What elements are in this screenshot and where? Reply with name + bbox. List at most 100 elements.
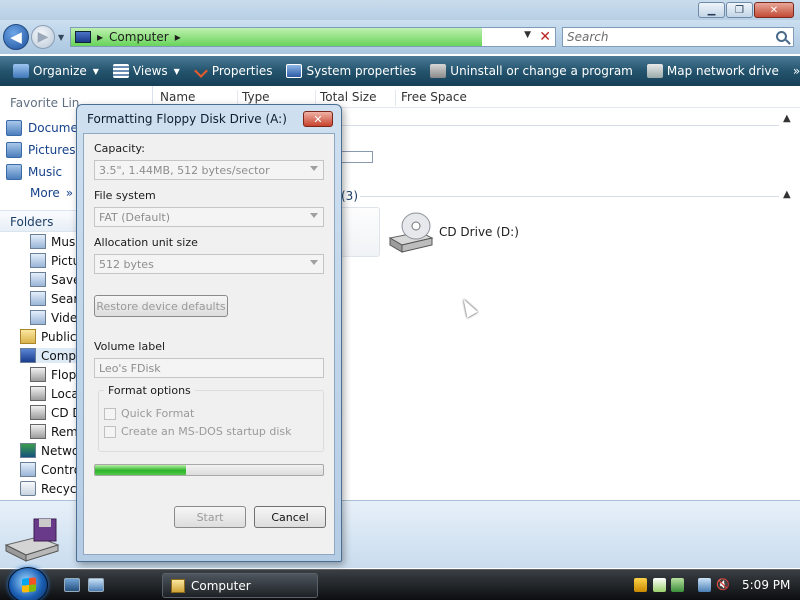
dropdown-arrow-icon bbox=[310, 213, 318, 218]
views-button[interactable]: Views ▼ bbox=[106, 58, 187, 84]
search-icon[interactable] bbox=[776, 31, 787, 42]
recycle-bin-icon bbox=[20, 481, 36, 496]
update-icon[interactable] bbox=[653, 578, 666, 592]
tree-item-music[interactable]: Mus bbox=[30, 234, 75, 249]
command-toolbar: Organize ▼ Views ▼ Properties System pro… bbox=[0, 56, 800, 86]
tree-item-control-panel[interactable]: Contro bbox=[20, 462, 81, 477]
tree-label: Flop bbox=[51, 367, 77, 382]
chevron-down-icon: ▼ bbox=[173, 66, 180, 76]
tree-item-saved-games[interactable]: Save bbox=[30, 272, 80, 287]
filesystem-select[interactable]: FAT (Default) bbox=[94, 207, 324, 227]
favorite-label: Docume bbox=[28, 121, 78, 135]
recent-pages-dropdown[interactable]: ▼ bbox=[58, 33, 64, 42]
start-button[interactable] bbox=[8, 567, 48, 600]
tree-item-pictures[interactable]: Pictu bbox=[30, 253, 80, 268]
dropdown-arrow-icon bbox=[310, 166, 318, 171]
windows-logo-icon bbox=[22, 577, 36, 593]
tree-label: Mus bbox=[51, 234, 76, 249]
system-properties-label: System properties bbox=[306, 64, 417, 78]
properties-button[interactable]: Properties bbox=[187, 58, 280, 84]
security-shield-icon[interactable] bbox=[634, 578, 647, 592]
hard-drive-icon bbox=[30, 386, 46, 401]
capacity-select[interactable]: 3.5", 1.44MB, 512 bytes/sector bbox=[94, 160, 324, 180]
views-label: Views bbox=[132, 64, 168, 78]
column-free-space[interactable]: Free Space bbox=[401, 90, 479, 106]
volume-label-label: Volume label bbox=[94, 340, 166, 353]
organize-button[interactable]: Organize ▼ bbox=[6, 58, 106, 84]
close-window-button[interactable]: ✕ bbox=[754, 2, 794, 18]
group-divider bbox=[342, 125, 779, 126]
programs-icon bbox=[430, 64, 447, 78]
taskbar-button-computer[interactable]: Computer bbox=[162, 573, 318, 598]
tree-label: Public bbox=[41, 329, 77, 344]
tree-item-recycle-bin[interactable]: Recycl bbox=[20, 481, 80, 496]
tree-item-cd-drive[interactable]: CD D bbox=[30, 405, 82, 420]
allocation-select[interactable]: 512 bytes bbox=[94, 254, 324, 274]
chevron-down-icon: ▼ bbox=[92, 66, 99, 76]
tree-item-public[interactable]: Public bbox=[20, 329, 77, 344]
collapse-group-icon[interactable]: ▲ bbox=[783, 113, 791, 124]
breadcrumb-computer[interactable]: Computer bbox=[109, 30, 169, 44]
tree-item-network[interactable]: Netwo bbox=[20, 443, 79, 458]
search-input[interactable]: Search bbox=[562, 27, 794, 47]
properties-label: Properties bbox=[211, 64, 273, 78]
address-bar[interactable]: ▸ Computer ▸ ▼ ✕ bbox=[70, 27, 556, 47]
map-network-drive-button[interactable]: Map network drive bbox=[640, 58, 786, 84]
tree-item-searches[interactable]: Sear bbox=[30, 291, 78, 306]
dialog-close-button[interactable]: ✕ bbox=[303, 111, 333, 127]
favorite-more[interactable]: More » bbox=[30, 186, 73, 200]
saved-games-icon bbox=[30, 272, 46, 287]
breadcrumb-arrow-icon[interactable]: ▸ bbox=[175, 30, 181, 44]
favorite-documents[interactable]: Docume bbox=[6, 120, 78, 136]
navigation-bar: ◀ ▶ ▼ ▸ Computer ▸ ▼ ✕ Search bbox=[0, 20, 800, 54]
allocation-value: 512 bytes bbox=[99, 258, 154, 271]
collapse-group-icon[interactable]: ▲ bbox=[783, 189, 791, 200]
minimize-button[interactable]: ▁ bbox=[698, 2, 725, 18]
drive-tile[interactable] bbox=[340, 207, 380, 257]
tree-item-local-disk[interactable]: Loca bbox=[30, 386, 79, 401]
start-button[interactable]: Start bbox=[174, 506, 246, 528]
favorite-label: Music bbox=[28, 165, 63, 179]
volume-muted-icon[interactable]: 🔇 bbox=[716, 578, 730, 592]
show-desktop-icon[interactable] bbox=[64, 578, 80, 592]
filesystem-value: FAT (Default) bbox=[99, 211, 170, 224]
cd-drive-label[interactable]: CD Drive (D:) bbox=[439, 225, 519, 239]
clock[interactable]: 5:09 PM bbox=[742, 578, 790, 592]
drive-capacity-bar bbox=[342, 151, 373, 163]
back-button[interactable]: ◀ bbox=[3, 24, 29, 50]
window-titlebar: ▁ ❐ ✕ bbox=[0, 0, 800, 22]
sidebar-icon[interactable] bbox=[671, 578, 684, 592]
music-folder-icon bbox=[30, 234, 46, 249]
format-options-label: Format options bbox=[104, 384, 195, 397]
stop-icon[interactable]: ✕ bbox=[539, 29, 551, 45]
tree-item-floppy[interactable]: Flop bbox=[30, 367, 76, 382]
uninstall-program-button[interactable]: Uninstall or change a program bbox=[423, 58, 640, 84]
forward-button[interactable]: ▶ bbox=[31, 25, 55, 49]
switch-windows-icon[interactable] bbox=[88, 578, 104, 592]
maximize-button[interactable]: ❐ bbox=[726, 2, 753, 18]
tree-item-videos[interactable]: Vide bbox=[30, 310, 77, 325]
volume-label-input[interactable]: Leo's FDisk bbox=[94, 358, 324, 378]
favorite-pictures[interactable]: Pictures bbox=[6, 142, 76, 158]
tree-item-computer[interactable]: Comp bbox=[20, 348, 77, 363]
cd-drive-icon[interactable] bbox=[386, 212, 434, 254]
capacity-label: Capacity: bbox=[94, 142, 145, 155]
checkbox-icon bbox=[104, 407, 116, 420]
address-dropdown-icon[interactable]: ▼ bbox=[524, 30, 531, 40]
cancel-button[interactable]: Cancel bbox=[254, 506, 326, 528]
quick-format-checkbox[interactable]: Quick Format bbox=[104, 407, 194, 420]
toolbar-overflow-button[interactable]: » bbox=[786, 58, 800, 84]
dialog-title: Formatting Floppy Disk Drive (A:) bbox=[87, 112, 287, 126]
restore-defaults-button[interactable]: Restore device defaults bbox=[94, 295, 228, 317]
system-icon bbox=[286, 64, 303, 78]
favorite-music[interactable]: Music bbox=[6, 164, 62, 180]
breadcrumb-arrow-icon[interactable]: ▸ bbox=[97, 30, 103, 44]
tree-item-removable[interactable]: Rem bbox=[30, 424, 78, 439]
checkmark-icon bbox=[193, 64, 208, 78]
msdos-label: Create an MS-DOS startup disk bbox=[121, 425, 292, 438]
msdos-startup-checkbox[interactable]: Create an MS-DOS startup disk bbox=[104, 425, 292, 438]
system-properties-button[interactable]: System properties bbox=[279, 58, 423, 84]
quick-format-label: Quick Format bbox=[121, 407, 195, 420]
search-placeholder: Search bbox=[567, 30, 609, 44]
network-status-icon[interactable] bbox=[698, 578, 711, 592]
